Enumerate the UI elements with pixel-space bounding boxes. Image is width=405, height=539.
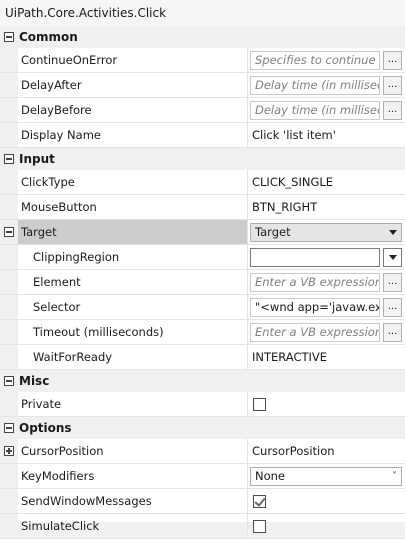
- prop-click-type: ClickType CLICK_SINGLE: [0, 170, 405, 195]
- prop-name: KeyModifiers: [18, 464, 248, 488]
- cursor-position-value[interactable]: CursorPosition: [250, 444, 335, 458]
- prop-key-modifiers: KeyModifiers None ˅: [0, 464, 405, 489]
- key-modifiers-value: None: [255, 469, 286, 483]
- ellipsis-button[interactable]: ...: [383, 50, 402, 70]
- prop-name: ClippingRegion: [18, 245, 248, 269]
- private-checkbox[interactable]: [253, 397, 266, 411]
- prop-delay-after: DelayAfter Delay time (in milliseco ...: [0, 73, 405, 98]
- collapse-icon[interactable]: [4, 227, 14, 237]
- timeout-input[interactable]: Enter a VB expression: [250, 322, 380, 342]
- prop-name: CursorPosition: [18, 439, 248, 463]
- prop-display-name: Display Name Click 'list item': [0, 123, 405, 148]
- prop-clipping-region: ClippingRegion: [0, 245, 405, 270]
- prop-element: Element Enter a VB expression ...: [0, 270, 405, 295]
- prop-private: Private: [0, 392, 405, 417]
- dropdown-arrow-icon: [388, 254, 397, 260]
- clipping-region-input[interactable]: [250, 247, 380, 267]
- target-dropdown-value: Target: [255, 225, 291, 239]
- ellipsis-button[interactable]: ...: [383, 75, 402, 95]
- send-window-messages-checkbox[interactable]: [253, 494, 266, 508]
- property-grid: Common ContinueOnError Specifies to cont…: [0, 26, 405, 539]
- properties-panel: UiPath.Core.Activities.Click Common Cont…: [0, 0, 405, 539]
- element-input[interactable]: Enter a VB expression: [250, 272, 380, 292]
- category-label: Misc: [19, 374, 50, 388]
- category-common[interactable]: Common: [0, 26, 405, 48]
- prop-name: ContinueOnError: [18, 48, 248, 72]
- selector-input[interactable]: "<wnd app='javaw.exe': [250, 297, 380, 317]
- prop-name: Private: [18, 392, 248, 416]
- category-label: Options: [19, 421, 72, 435]
- category-options[interactable]: Options: [0, 417, 405, 439]
- expand-icon[interactable]: [4, 446, 14, 456]
- prop-target: Target Target: [0, 220, 405, 245]
- prop-wait-for-ready: WaitForReady INTERACTIVE: [0, 345, 405, 370]
- category-misc[interactable]: Misc: [0, 370, 405, 392]
- prop-continue-on-error: ContinueOnError Specifies to continue ex…: [0, 48, 405, 73]
- collapse-icon[interactable]: [4, 32, 14, 42]
- ellipsis-button[interactable]: ...: [383, 272, 402, 292]
- prop-name: Element: [18, 270, 248, 294]
- click-type-value[interactable]: CLICK_SINGLE: [250, 175, 333, 189]
- prop-timeout: Timeout (milliseconds) Enter a VB expres…: [0, 320, 405, 345]
- dropdown-arrow-icon: [389, 229, 397, 235]
- prop-name: Display Name: [18, 123, 248, 147]
- target-dropdown[interactable]: Target: [250, 222, 402, 242]
- category-input[interactable]: Input: [0, 148, 405, 170]
- prop-name: SendWindowMessages: [18, 489, 248, 513]
- prop-name[interactable]: Target: [18, 220, 248, 244]
- chevron-down-icon: ˅: [392, 470, 397, 482]
- collapse-icon[interactable]: [4, 376, 14, 386]
- prop-name: Selector: [18, 295, 248, 319]
- continue-on-error-input[interactable]: Specifies to continue exe: [250, 50, 380, 70]
- display-name-value[interactable]: Click 'list item': [250, 128, 336, 142]
- prop-simulate-click: SimulateClick: [0, 514, 405, 539]
- delay-after-input[interactable]: Delay time (in milliseco: [250, 75, 380, 95]
- prop-send-window-messages: SendWindowMessages: [0, 489, 405, 514]
- prop-name: SimulateClick: [18, 514, 248, 538]
- collapse-icon[interactable]: [4, 154, 14, 164]
- simulate-click-checkbox[interactable]: [253, 519, 266, 533]
- collapse-icon[interactable]: [4, 423, 14, 433]
- activity-title: UiPath.Core.Activities.Click: [0, 0, 405, 26]
- prop-name: MouseButton: [18, 195, 248, 219]
- prop-cursor-position: CursorPosition CursorPosition: [0, 439, 405, 464]
- prop-selector: Selector "<wnd app='javaw.exe' ...: [0, 295, 405, 320]
- prop-name: WaitForReady: [18, 345, 248, 369]
- prop-name: DelayBefore: [18, 98, 248, 122]
- ellipsis-button[interactable]: ...: [383, 322, 402, 342]
- clipping-region-dropdown-button[interactable]: [383, 247, 402, 267]
- prop-name: ClickType: [18, 170, 248, 194]
- category-label: Input: [19, 152, 55, 166]
- mouse-button-value[interactable]: BTN_RIGHT: [250, 200, 317, 214]
- prop-name: Timeout (milliseconds): [18, 320, 248, 344]
- delay-before-input[interactable]: Delay time (in millisecon: [250, 100, 380, 120]
- category-label: Common: [19, 30, 78, 44]
- key-modifiers-dropdown[interactable]: None ˅: [250, 466, 402, 486]
- ellipsis-button[interactable]: ...: [383, 297, 402, 317]
- prop-mouse-button: MouseButton BTN_RIGHT: [0, 195, 405, 220]
- wait-for-ready-value[interactable]: INTERACTIVE: [250, 350, 327, 364]
- prop-name: DelayAfter: [18, 73, 248, 97]
- ellipsis-button[interactable]: ...: [383, 100, 402, 120]
- prop-delay-before: DelayBefore Delay time (in millisecon ..…: [0, 98, 405, 123]
